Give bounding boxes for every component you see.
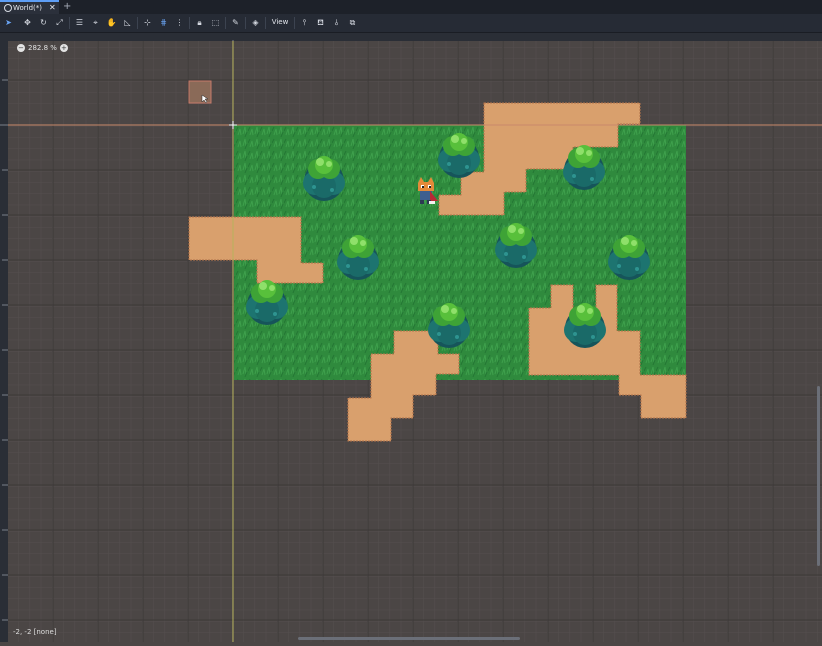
- ruler-vertical[interactable]: [0, 33, 8, 642]
- selected-tile[interactable]: [188, 80, 212, 104]
- snap-icon[interactable]: ⊹: [142, 17, 153, 28]
- more-icon[interactable]: ⋮: [174, 17, 185, 28]
- cursor-status: -2, -2 [none]: [13, 628, 57, 636]
- ruler-vertical-ticks: [0, 79, 8, 621]
- canvas-icon[interactable]: ◈: [250, 17, 261, 28]
- group-icon[interactable]: ⬚: [210, 17, 221, 28]
- canvas-toolbar: ➤ ✥ ↻ ⤢ ☰ ⌖ ✋ ◺ ⊹ ⋕ ⋮ 🔒︎ ⬚ ✎ ◈ View ⫯ ⛾ …: [0, 14, 822, 33]
- tab-close-icon[interactable]: ✕: [49, 2, 56, 13]
- ruler-icon[interactable]: ◺: [122, 17, 133, 28]
- tab-world[interactable]: World(*) ✕: [0, 0, 59, 14]
- lock-icon[interactable]: 🔒︎: [194, 17, 205, 28]
- pivot-icon[interactable]: ⫯: [299, 17, 310, 28]
- copy-icon[interactable]: ⧉: [347, 17, 358, 28]
- zoom-controls: −282.8 % +: [14, 43, 71, 53]
- tab-label: World(*): [13, 4, 43, 12]
- zoom-level[interactable]: 282.8 %: [28, 44, 57, 52]
- rotate-icon[interactable]: ↻: [38, 17, 49, 28]
- list-icon[interactable]: ☰: [74, 17, 85, 28]
- view-menu[interactable]: View: [268, 16, 292, 29]
- scene-tab-bar: World(*) ✕ +: [0, 0, 822, 14]
- hand-icon[interactable]: ✋: [106, 17, 117, 28]
- select-icon[interactable]: ➤: [3, 17, 14, 28]
- scale-icon[interactable]: ⤢: [54, 17, 65, 28]
- zoom-out-icon[interactable]: −: [17, 44, 25, 52]
- pin-icon[interactable]: ⫰: [331, 17, 342, 28]
- pan-icon[interactable]: ⌖: [90, 17, 101, 28]
- ruler-horizontal[interactable]: [8, 33, 822, 48]
- paint-icon[interactable]: ⛾: [315, 17, 326, 28]
- canvas-viewport[interactable]: −282.8 % + -2, -2 [none]: [8, 41, 822, 642]
- grid-snap-icon[interactable]: ⋕: [158, 17, 169, 28]
- bone-icon[interactable]: ✎: [230, 17, 241, 28]
- add-tab-button[interactable]: +: [63, 0, 71, 13]
- scene-canvas: [8, 41, 822, 642]
- scene-node-icon: [4, 4, 12, 12]
- vertical-scrollbar[interactable]: [817, 386, 820, 566]
- zoom-in-icon[interactable]: +: [59, 44, 68, 52]
- horizontal-scrollbar[interactable]: [298, 637, 520, 640]
- move-icon[interactable]: ✥: [22, 17, 33, 28]
